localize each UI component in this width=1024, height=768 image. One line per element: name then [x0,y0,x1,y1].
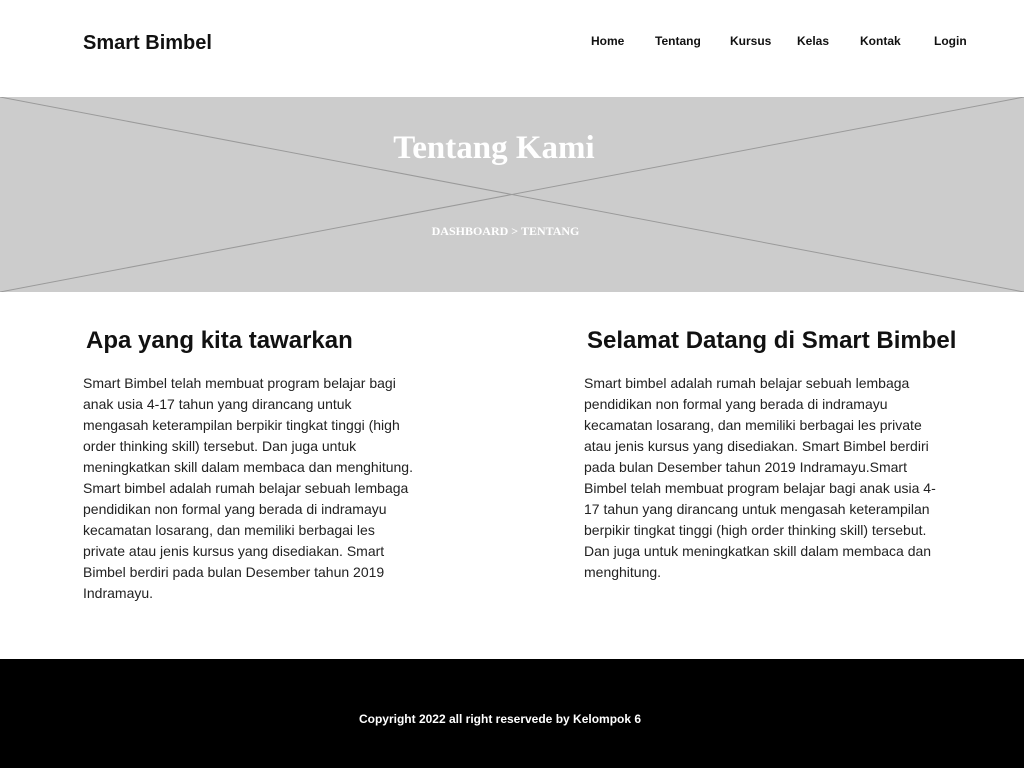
welcome-section: Selamat Datang di Smart Bimbel Smart bim… [584,326,964,583]
copyright-text: Copyright 2022 all right reservede by Ke… [358,712,642,726]
breadcrumb-separator: > [511,224,519,238]
nav-item-kontak[interactable]: Kontak [860,34,901,48]
brand-logo-text[interactable]: Smart Bimbel [83,32,212,55]
nav-item-tentang[interactable]: Tentang [655,34,701,48]
offer-heading: Apa yang kita tawarkan [86,327,353,354]
welcome-body: Smart bimbel adalah rumah belajar sebuah… [584,375,936,580]
breadcrumb: DASHBOARD > TENTANG [0,224,1011,239]
offer-section: Apa yang kita tawarkan Smart Bimbel tela… [83,326,423,604]
page-title: Tentang Kami [393,130,595,166]
breadcrumb-dashboard[interactable]: DASHBOARD [432,224,509,238]
site-header: Smart Bimbel Home Tentang Kursus Kelas K… [0,0,1024,97]
hero-banner: Tentang Kami DASHBOARD > TENTANG [0,97,1024,292]
nav-item-kelas[interactable]: Kelas [797,34,829,48]
nav-item-home[interactable]: Home [591,34,624,48]
nav-item-kursus[interactable]: Kursus [730,34,771,48]
welcome-heading: Selamat Datang di Smart Bimbel [587,327,957,354]
breadcrumb-current: TENTANG [520,224,580,238]
site-footer: Copyright 2022 all right reservede by Ke… [0,659,1024,768]
image-placeholder-icon [0,97,1024,292]
nav-item-login[interactable]: Login [934,34,967,48]
offer-body: Smart Bimbel telah membuat program belaj… [83,375,413,601]
